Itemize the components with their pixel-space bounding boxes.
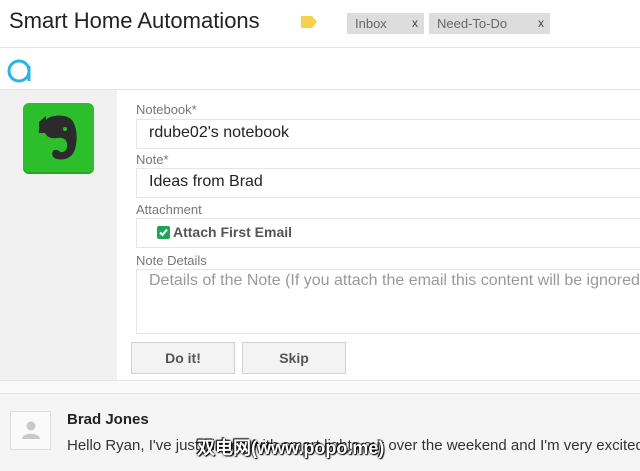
notebook-label: Notebook* xyxy=(136,102,197,117)
note-form: Notebook* rdube02's notebook Note* Ideas… xyxy=(117,90,640,381)
notebook-select[interactable]: rdube02's notebook xyxy=(136,119,640,149)
label-chip-inbox[interactable]: Inbox x xyxy=(347,13,424,34)
circle-a-icon[interactable] xyxy=(6,59,34,83)
evernote-logo xyxy=(23,103,94,174)
note-details-label: Note Details xyxy=(136,253,207,268)
skip-button[interactable]: Skip xyxy=(242,342,346,374)
addon-toolbar xyxy=(0,47,640,90)
section-divider xyxy=(0,380,640,394)
attach-checkbox-label[interactable]: Attach First Email xyxy=(173,224,292,240)
attachment-label: Attachment xyxy=(136,202,202,217)
evernote-action-panel: Notebook* rdube02's notebook Note* Ideas… xyxy=(0,89,640,381)
notebook-value: rdube02's notebook xyxy=(149,124,290,141)
attach-checkbox[interactable] xyxy=(157,226,170,239)
note-details-textarea[interactable]: Details of the Note (If you attach the e… xyxy=(136,269,640,334)
person-icon xyxy=(22,421,40,439)
label-chip-need-to-do[interactable]: Need-To-Do x xyxy=(429,13,550,34)
checkmark-icon xyxy=(159,228,168,237)
avatar xyxy=(10,411,51,450)
email-header: Smart Home Automations Inbox x Need-To-D… xyxy=(0,0,640,46)
label-chip-text: Inbox xyxy=(355,16,387,31)
evernote-elephant-icon xyxy=(38,115,77,160)
label-tag-icon[interactable] xyxy=(300,15,318,29)
remove-label-button[interactable]: x xyxy=(538,13,544,34)
watermark: 双电网(www.popo.me) xyxy=(197,438,385,458)
attachment-field: Attach First Email xyxy=(136,218,640,248)
note-title-input[interactable]: Ideas from Brad xyxy=(136,168,640,198)
email-subject: Smart Home Automations xyxy=(9,8,260,33)
note-title-value: Ideas from Brad xyxy=(149,173,263,190)
note-label: Note* xyxy=(136,152,169,167)
note-details-placeholder: Details of the Note (If you attach the e… xyxy=(149,272,640,289)
email-sender: Brad Jones xyxy=(67,411,149,428)
remove-label-button[interactable]: x xyxy=(412,13,418,34)
label-chip-text: Need-To-Do xyxy=(437,16,508,31)
do-it-button[interactable]: Do it! xyxy=(131,342,235,374)
